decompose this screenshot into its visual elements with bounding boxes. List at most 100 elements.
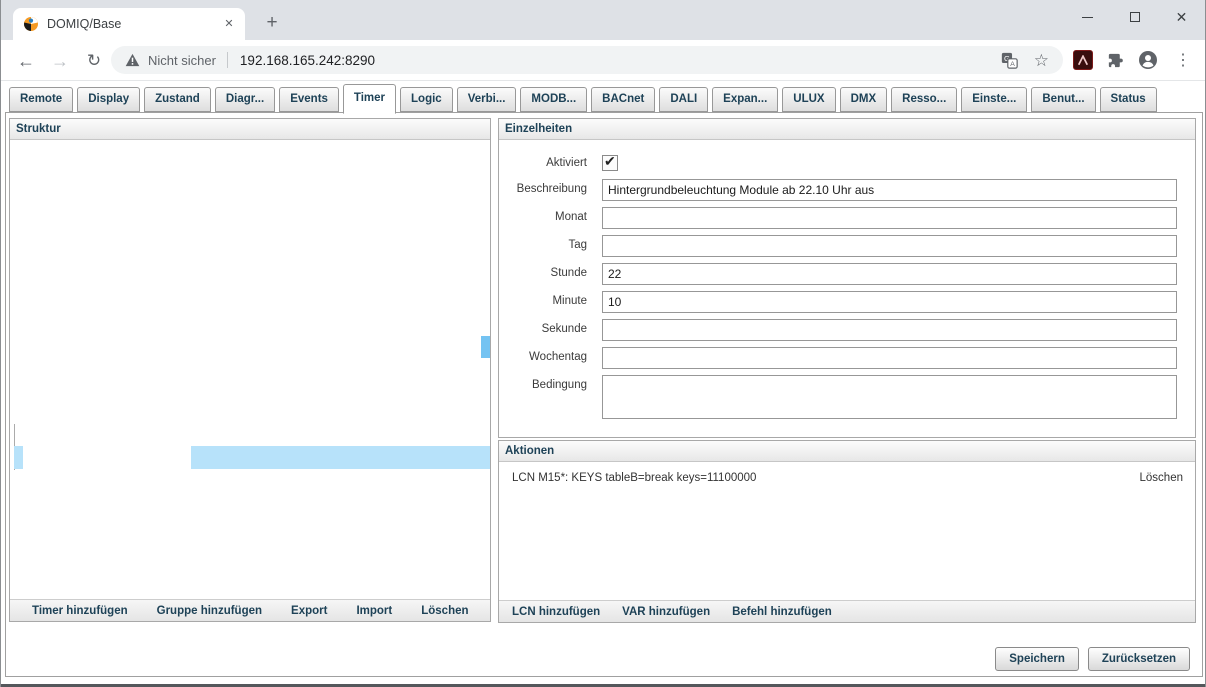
toolbar-link-gruppehinzufgen[interactable]: Gruppe hinzufügen — [157, 605, 262, 617]
field-bedingung: Bedingung — [499, 375, 1195, 419]
chrome-menu-icon[interactable]: ⋮ — [1171, 50, 1195, 70]
extensions-puzzle-icon[interactable] — [1106, 51, 1125, 70]
footer-buttons: Speichern Zurücksetzen — [995, 647, 1190, 671]
app-tab-resso[interactable]: Resso... — [891, 87, 957, 112]
chrome-tab-bar: DOMIQ/Base ✕ + ✕ — [1, 0, 1205, 40]
toolbar-link-timerhinzufgen[interactable]: Timer hinzufügen — [32, 605, 128, 617]
tag-input[interactable] — [602, 235, 1177, 257]
speichern-button[interactable]: Speichern — [995, 647, 1079, 671]
toolbar-link-import[interactable]: Import — [356, 605, 392, 617]
wochentag-input[interactable] — [602, 347, 1177, 369]
not-secure-warning-icon — [125, 53, 140, 67]
app-content-frame: Struktur Timer hinzufügenGruppe hinzufüg… — [5, 112, 1203, 677]
new-tab-button[interactable]: + — [259, 11, 285, 37]
toolbar-link-lschen[interactable]: Löschen — [421, 605, 468, 617]
aktionen-toolbar: LCN hinzufügen VAR hinzufügen Befehl hinzu… — [499, 600, 1195, 622]
action-row: LCN M15*: KEYS tableB=break keys=1110000… — [499, 462, 1195, 484]
field-stunde: Stunde — [499, 263, 1195, 285]
app-tab-display[interactable]: Display — [77, 87, 140, 112]
sekunde-input[interactable] — [602, 319, 1177, 341]
wochentag-label: Wochentag — [499, 347, 602, 363]
translate-icon[interactable]: G A — [1001, 52, 1018, 69]
monat-label: Monat — [499, 207, 602, 223]
profile-avatar-icon[interactable] — [1138, 50, 1158, 70]
field-beschreibung: Beschreibung — [499, 179, 1195, 201]
tree-scrollbar-thumb[interactable] — [481, 336, 490, 358]
toolbar-link-lcnhinzufgen[interactable]: LCN hinzufügen — [512, 606, 600, 618]
forward-button: → — [47, 48, 73, 74]
field-monat: Monat — [499, 207, 1195, 229]
toolbar-link-varhinzufgen[interactable]: VAR hinzufügen — [622, 606, 710, 618]
app-tab-modb[interactable]: MODB... — [520, 87, 587, 112]
toolbar-link-export[interactable]: Export — [291, 605, 327, 617]
app-tab-expan[interactable]: Expan... — [712, 87, 778, 112]
app-tab-status[interactable]: Status — [1100, 87, 1157, 112]
app-tab-events[interactable]: Events — [279, 87, 339, 112]
bookmark-star-icon[interactable]: ☆ — [1034, 52, 1049, 69]
window-controls: ✕ — [1064, 0, 1205, 34]
einzelheiten-panel-title: Einzelheiten — [499, 119, 1195, 140]
tab-close-icon[interactable]: ✕ — [221, 16, 237, 32]
action-delete-link[interactable]: Löschen — [1140, 472, 1183, 484]
struktur-toolbar: Timer hinzufügen Gruppe hinzufügen Export I… — [10, 599, 490, 621]
beschreibung-input[interactable] — [602, 179, 1177, 201]
app-tab-benut[interactable]: Benut... — [1031, 87, 1095, 112]
security-label[interactable]: Nicht sicher — [148, 53, 216, 68]
app-tab-ulux[interactable]: ULUX — [782, 87, 835, 112]
close-button[interactable]: ✕ — [1158, 0, 1205, 34]
bedingung-label: Bedingung — [499, 375, 602, 391]
extension-icons: ⋮ — [1073, 46, 1195, 74]
app-tab-einste[interactable]: Einste... — [961, 87, 1027, 112]
app-tab-remote[interactable]: Remote — [9, 87, 73, 112]
tag-label: Tag — [499, 235, 602, 251]
tree-selection-expander[interactable] — [14, 446, 23, 469]
field-minute: Minute — [499, 291, 1195, 313]
stunde-input[interactable] — [602, 263, 1177, 285]
bedingung-textarea[interactable] — [602, 375, 1177, 419]
app-tab-diagr[interactable]: Diagr... — [215, 87, 275, 112]
maximize-button[interactable] — [1111, 0, 1158, 34]
field-sekunde: Sekunde — [499, 319, 1195, 341]
domiq-favicon — [23, 16, 39, 32]
url-text[interactable]: 192.168.165.242:8290 — [240, 53, 1001, 68]
app-tab-verbi[interactable]: Verbi... — [457, 87, 517, 112]
app-tab-strip: RemoteDisplayZustandDiagr...EventsTimerL… — [1, 81, 1205, 112]
svg-text:A: A — [1010, 61, 1015, 68]
aktionen-panel: Aktionen LCN M15*: KEYS tableB=break key… — [498, 440, 1196, 623]
reload-button[interactable]: ↻ — [81, 48, 107, 74]
minimize-icon — [1082, 17, 1093, 18]
app-tab-bacnet[interactable]: BACnet — [591, 87, 655, 112]
address-bar[interactable]: Nicht sicher 192.168.165.242:8290 G A ☆ — [111, 46, 1063, 74]
back-button[interactable]: ← — [13, 48, 39, 74]
browser-tab[interactable]: DOMIQ/Base ✕ — [13, 8, 245, 40]
adobe-acrobat-extension-icon[interactable] — [1073, 50, 1093, 70]
minute-input[interactable] — [602, 291, 1177, 313]
browser-window: DOMIQ/Base ✕ + ✕ ← → ↻ Nicht sicher 192.… — [0, 0, 1206, 687]
field-tag: Tag — [499, 235, 1195, 257]
app-tab-dmx[interactable]: DMX — [840, 87, 888, 112]
action-text: LCN M15*: KEYS tableB=break keys=1110000… — [512, 472, 1140, 484]
app-tab-dali[interactable]: DALI — [659, 87, 708, 112]
chrome-toolbar: ← → ↻ Nicht sicher 192.168.165.242:8290 … — [1, 40, 1205, 81]
einzelheiten-panel: Einzelheiten Aktiviert Beschreibung Mona… — [498, 118, 1196, 438]
app-tab-timer[interactable]: Timer — [343, 84, 396, 114]
browser-tab-title: DOMIQ/Base — [47, 17, 221, 31]
aktionen-list: LCN M15*: KEYS tableB=break keys=1110000… — [499, 462, 1195, 600]
monat-input[interactable] — [602, 207, 1177, 229]
stunde-label: Stunde — [499, 263, 602, 279]
zuruecksetzen-button[interactable]: Zurücksetzen — [1088, 647, 1190, 671]
field-aktiviert: Aktiviert — [499, 153, 1195, 171]
aktiviert-checkbox[interactable] — [602, 155, 618, 171]
beschreibung-label: Beschreibung — [499, 179, 602, 195]
app-tab-logic[interactable]: Logic — [400, 87, 453, 112]
minimize-button[interactable] — [1064, 0, 1111, 34]
struktur-tree-area[interactable] — [10, 140, 490, 599]
toolbar-link-befehlhinzufgen[interactable]: Befehl hinzufügen — [732, 606, 832, 618]
tree-selected-row-highlight[interactable] — [191, 446, 490, 469]
field-wochentag: Wochentag — [499, 347, 1195, 369]
aktionen-panel-title: Aktionen — [499, 441, 1195, 462]
app-tab-zustand[interactable]: Zustand — [144, 87, 211, 112]
sekunde-label: Sekunde — [499, 319, 602, 335]
omnibox-divider — [227, 52, 228, 68]
close-icon: ✕ — [1176, 9, 1188, 26]
